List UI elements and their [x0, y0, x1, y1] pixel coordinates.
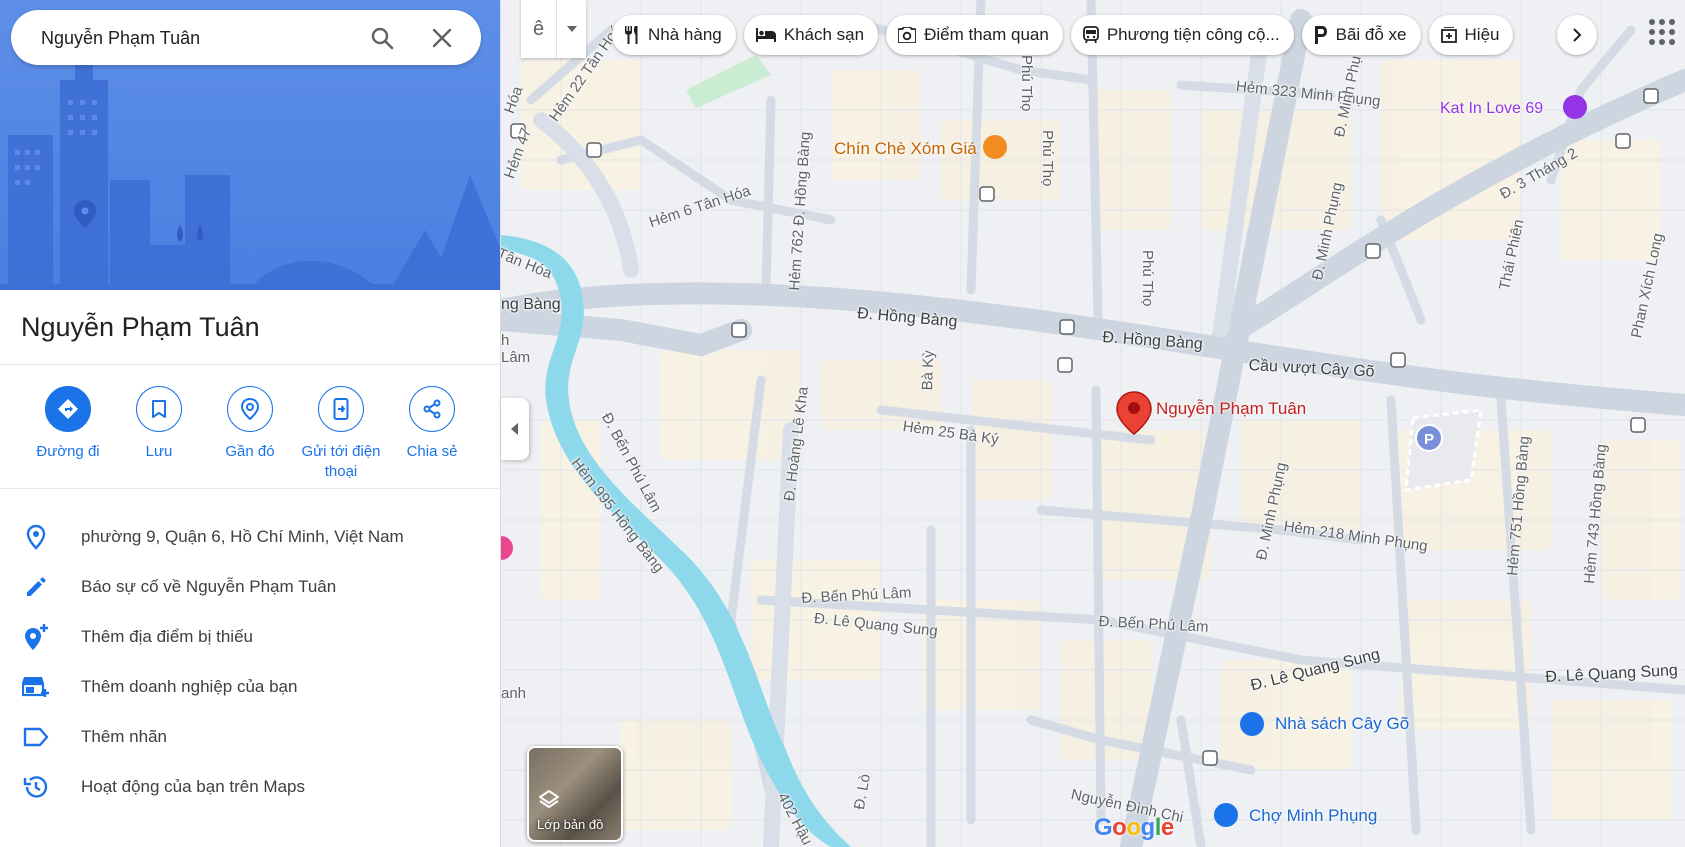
poi-bookstore-label[interactable]: Nhà sách Cây Gõ [1275, 714, 1409, 734]
chip-transit[interactable]: Phương tiện công cộ... [1070, 15, 1294, 55]
place-actions: Đường đi Lưu Gần đó Gửi tới điện thoại C… [18, 386, 488, 486]
google-logo: Google [1094, 814, 1174, 841]
restaurant-icon [625, 26, 638, 44]
layers-label: Lớp bản đồ [537, 817, 604, 832]
place-panel: Nguyễn Phạm Tuân Đường đi Lưu Gần đó [0, 0, 501, 847]
chip-label: Điểm tham quan [924, 25, 1049, 44]
nearby-icon [227, 386, 273, 432]
chip-pharmacy[interactable]: Hiệu [1428, 15, 1514, 55]
add-missing-place-text: Thêm địa điểm bị thiếu [81, 627, 253, 646]
street-label: h [501, 332, 510, 349]
label-icon [22, 723, 50, 751]
share-button[interactable]: Chia sẻ [382, 386, 482, 462]
chevron-left-icon [511, 423, 518, 435]
search-box [11, 10, 481, 65]
add-location-icon [22, 623, 50, 651]
maps-activity-row[interactable]: Hoạt động của bạn trên Maps [0, 762, 500, 812]
poi-restaurant-label[interactable]: Chín Chè Xóm Giá [834, 139, 977, 159]
street-label: Bà Kỳ [919, 349, 938, 391]
add-business-icon [22, 673, 50, 701]
poi-cafe-label[interactable]: Kat In Love 69 [1440, 100, 1543, 118]
maps-activity-text: Hoạt động của bạn trên Maps [81, 777, 305, 796]
send-to-phone-button[interactable]: Gửi tới điện thoại [291, 386, 391, 482]
add-business-row[interactable]: Thêm doanh nghiệp của bạn [0, 662, 500, 712]
send-to-phone-icon [318, 386, 364, 432]
place-pin-label[interactable]: Nguyễn Phạm Tuân [1156, 399, 1306, 419]
street-label: Phú Thọ [1018, 55, 1035, 112]
svg-text:P: P [1424, 431, 1434, 448]
divider [0, 364, 500, 365]
add-business-text: Thêm doanh nghiệp của bạn [81, 677, 298, 696]
search-icon[interactable] [367, 23, 397, 53]
chip-hotels[interactable]: Khách sạn [743, 15, 879, 55]
pharmacy-icon [1440, 27, 1457, 43]
close-icon[interactable] [427, 23, 457, 53]
map-canvas[interactable]: P Đ. Hồng Bàng Đ. Hồng Bàng Cầu vượt Cây… [501, 0, 1685, 847]
address-row[interactable]: phường 9, Quận 6, Hồ Chí Minh, Việt Nam [0, 512, 500, 562]
directions-icon [45, 386, 91, 432]
location-pin-icon [22, 523, 50, 551]
action-label: Gần đó [225, 443, 275, 460]
action-label: Chia sẻ [406, 443, 458, 460]
input-tool-label[interactable]: ê [521, 0, 557, 58]
address-text: phường 9, Quận 6, Hồ Chí Minh, Việt Nam [81, 527, 404, 546]
action-label: Đường đi [36, 443, 100, 460]
map-layers-button[interactable]: Lớp bản đồ [527, 746, 623, 842]
chip-label: Nhà hàng [648, 25, 722, 44]
share-icon [409, 386, 455, 432]
camera-icon [898, 27, 917, 43]
add-missing-place-row[interactable]: Thêm địa điểm bị thiếu [0, 612, 500, 662]
input-tools-button[interactable]: ê [521, 0, 586, 58]
directions-button[interactable]: Đường đi [18, 386, 118, 462]
chip-parking[interactable]: Bãi đỗ xe [1301, 15, 1421, 55]
apps-grid-icon[interactable] [1648, 18, 1676, 46]
save-button[interactable]: Lưu [109, 386, 209, 462]
street-label: Phú Thọ [1039, 130, 1056, 187]
add-label-row[interactable]: Thêm nhãn [0, 712, 500, 762]
chevron-down-icon[interactable] [557, 0, 586, 58]
chip-label: Bãi đỗ xe [1335, 25, 1407, 44]
street-label: Lâm [501, 349, 531, 366]
poi-market-label[interactable]: Chợ Minh Phụng [1249, 806, 1377, 826]
history-icon [22, 773, 50, 801]
parking-icon [1314, 26, 1327, 44]
chip-label: Hiệu [1464, 25, 1500, 44]
chevron-right-icon [1573, 28, 1582, 42]
divider [0, 488, 500, 489]
pencil-icon [22, 573, 50, 601]
chip-restaurants[interactable]: Nhà hàng [612, 15, 736, 55]
bookmark-icon [136, 386, 182, 432]
street-label: anh [501, 685, 527, 702]
transit-icon [1082, 26, 1099, 44]
street-label: ng Bàng [501, 296, 561, 313]
nearby-button[interactable]: Gần đó [200, 386, 300, 462]
search-input[interactable] [41, 26, 351, 50]
maps-app: P Đ. Hồng Bàng Đ. Hồng Bàng Cầu vượt Cây… [0, 0, 1685, 847]
chips-next-button[interactable] [1557, 15, 1597, 55]
category-chips: Nhà hàng Khách sạn Điểm tham quan Phương… [612, 15, 1514, 55]
chip-label: Phương tiện công cộ... [1106, 25, 1280, 44]
report-issue-row[interactable]: Báo sự cố về Nguyễn Phạm Tuân [0, 562, 500, 612]
layers-icon [539, 790, 559, 809]
map-graphics: P [501, 0, 1685, 847]
place-pin-icon [1116, 391, 1152, 435]
hotel-icon [755, 28, 776, 42]
place-title: Nguyễn Phạm Tuân [21, 312, 260, 342]
action-label: Gửi tới điện thoại [301, 443, 381, 480]
collapse-panel-button[interactable] [501, 398, 529, 460]
street-label: Phú Thọ [1139, 250, 1156, 307]
action-label: Lưu [145, 443, 173, 460]
chip-label: Khách sạn [783, 25, 865, 44]
add-label-text: Thêm nhãn [81, 727, 167, 746]
report-issue-text: Báo sự cố về Nguyễn Phạm Tuân [81, 577, 337, 596]
chip-attractions[interactable]: Điểm tham quan [886, 15, 1063, 55]
